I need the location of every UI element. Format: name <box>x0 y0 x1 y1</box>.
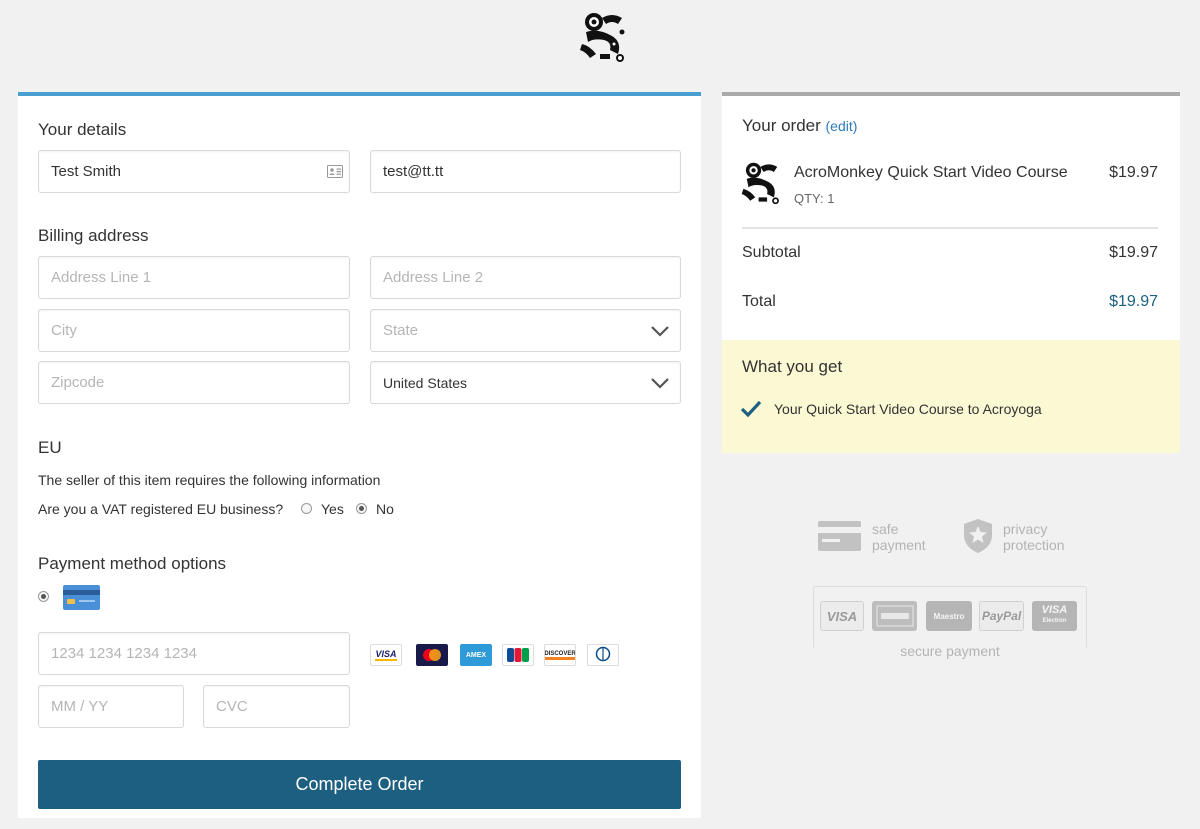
city-input[interactable] <box>39 310 349 351</box>
safe-payment-line2: payment <box>872 537 926 553</box>
expiry-input[interactable] <box>39 686 183 727</box>
country-select[interactable]: United States <box>370 361 681 404</box>
address1-field-wrapper <box>38 256 350 299</box>
amex-icon: AMEX <box>460 644 492 666</box>
country-select-value: United States <box>383 375 468 391</box>
secure-payment-label: secure payment <box>814 643 1086 659</box>
privacy-protection-text: privacy protection <box>1003 521 1064 553</box>
vat-yes-radio[interactable] <box>301 503 312 514</box>
safe-payment-card-icon <box>818 521 861 551</box>
privacy-line1: privacy <box>1003 521 1048 537</box>
eu-heading: EU <box>38 438 62 457</box>
maestro-badge-icon: Maestro <box>926 601 972 631</box>
what-you-get-item: Your Quick Start Video Course to Acroyog… <box>774 401 1042 417</box>
safe-payment-line1: safe <box>872 521 899 537</box>
complete-order-button[interactable]: Complete Order <box>38 760 681 809</box>
edit-order-link[interactable]: (edit) <box>826 118 858 134</box>
your-details-heading: Your details <box>38 120 127 139</box>
diners-club-icon <box>587 644 619 666</box>
order-title: Your order (edit) <box>742 116 857 136</box>
visa-electron-badge-icon: VISA Electron <box>1032 601 1077 631</box>
credit-card-icon[interactable] <box>63 585 100 610</box>
discover-icon: DISCOVER <box>544 644 576 666</box>
eu-info-text: The seller of this item requires the fol… <box>38 472 381 488</box>
subtotal-label: Subtotal <box>742 244 801 261</box>
visa-badge-icon: VISA <box>820 601 864 631</box>
name-field-wrapper <box>38 150 350 193</box>
city-field-wrapper <box>38 309 350 352</box>
chevron-down-icon <box>651 378 669 389</box>
email-input[interactable] <box>371 151 680 192</box>
card-number-input[interactable] <box>39 633 349 674</box>
checkout-form-panel: Your details Billing address State Unite… <box>18 92 701 818</box>
paypal-badge-text: PayPal <box>981 609 1022 623</box>
zipcode-input[interactable] <box>39 362 349 403</box>
mastercard-icon <box>416 644 448 666</box>
visa-badge-text: VISA <box>826 608 858 624</box>
expiry-field-wrapper <box>38 685 184 728</box>
address-line-1-input[interactable] <box>39 257 349 298</box>
email-field-wrapper <box>370 150 681 193</box>
payment-method-heading: Payment method options <box>38 554 227 573</box>
subtotal-value: $19.97 <box>1109 244 1158 261</box>
order-title-text: Your order <box>742 116 821 135</box>
total-value: $19.97 <box>1109 293 1158 310</box>
vat-question: Are you a VAT registered EU business? <box>38 501 284 517</box>
shield-star-icon <box>964 519 992 553</box>
total-label: Total <box>742 293 776 310</box>
name-input[interactable] <box>39 151 349 192</box>
safe-payment-text: safe payment <box>872 521 926 553</box>
what-you-get-heading: What you get <box>742 357 843 376</box>
privacy-line2: protection <box>1003 537 1065 553</box>
zip-field-wrapper <box>38 361 350 404</box>
product-price: $19.97 <box>1109 164 1158 181</box>
billing-address-heading: Billing address <box>38 226 149 245</box>
visa-icon: VISA <box>370 644 402 666</box>
product-quantity: QTY: 1 <box>794 191 835 206</box>
address-line-2-input[interactable] <box>371 257 680 298</box>
electron-text: Electron <box>1042 618 1067 624</box>
checkmark-icon <box>740 400 762 418</box>
order-summary-panel: Your order (edit) AcroMonkey Quick Start… <box>722 92 1180 340</box>
card-number-field-wrapper <box>38 632 350 675</box>
discover-icon-text: DISCOVER <box>545 651 575 660</box>
paypal-badge-icon: PayPal <box>979 601 1024 631</box>
cvc-input[interactable] <box>204 686 349 727</box>
what-you-get-panel: What you get Your Quick Start Video Cour… <box>722 340 1180 453</box>
vat-no-radio[interactable] <box>356 503 367 514</box>
acromonkey-logo <box>580 13 625 62</box>
maestro-badge-text: Maestro <box>933 611 965 621</box>
visa-icon-text: VISA <box>375 649 397 661</box>
state-select[interactable]: State <box>370 309 681 352</box>
jcb-icon <box>502 644 534 666</box>
secure-payment-box: VISA Maestro PayPal VISA Electron secure… <box>813 586 1087 659</box>
amex-icon-text: AMEX <box>465 651 487 659</box>
visa-electron-text: VISA <box>1041 604 1068 616</box>
amex-badge-icon <box>872 601 917 631</box>
state-select-value: State <box>383 322 419 339</box>
contact-card-icon <box>327 165 343 178</box>
address2-field-wrapper <box>370 256 681 299</box>
product-thumbnail <box>741 162 779 205</box>
product-name: AcroMonkey Quick Start Video Course <box>794 164 1068 181</box>
chevron-down-icon <box>651 326 669 337</box>
vat-no-label[interactable]: No <box>376 501 394 517</box>
order-divider <box>742 227 1158 229</box>
card-payment-radio[interactable] <box>38 591 49 602</box>
cvc-field-wrapper <box>203 685 350 728</box>
vat-yes-label[interactable]: Yes <box>321 501 344 517</box>
